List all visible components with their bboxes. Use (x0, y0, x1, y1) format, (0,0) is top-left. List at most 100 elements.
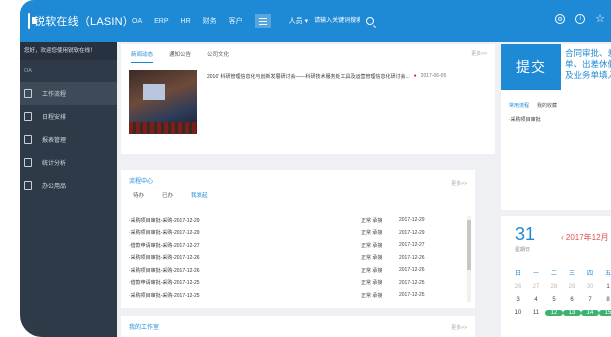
calendar-day[interactable]: 8 (599, 297, 611, 303)
calendar-day[interactable]: 29 (563, 284, 581, 290)
menu-icon[interactable] (254, 14, 271, 28)
tab-done[interactable]: 已办 (162, 191, 173, 199)
current-module: OA (24, 68, 32, 74)
calendar-day[interactable]: 10 (509, 310, 527, 316)
quick-link-item[interactable]: ·采购项目审批 (509, 116, 541, 123)
sidebar: 您好，欢迎您使用锐软在线！ OA 工作流程 日程安排 报表管理 统计分析 办公用… (20, 42, 117, 337)
search-bar: 人员 ▾ (289, 15, 375, 27)
sidebar-item-statistics[interactable]: 统计分析 (20, 151, 117, 174)
workspace-more-link[interactable]: 更多>> (451, 324, 467, 331)
quick-link-tabs: 常用流程 我的收藏 (509, 102, 557, 109)
report-icon (24, 135, 32, 144)
sidebar-item-supplies[interactable]: 办公用品 (20, 174, 117, 197)
calendar-today: 31 (515, 224, 536, 244)
workflow-tabs: 待办 已办 我发起 (121, 185, 475, 199)
sidebar-item-label: 统计分析 (42, 161, 67, 167)
list-item[interactable]: ·借款申请审批-采购-2017-12-27 正常 承接 2017-12-27 (129, 239, 469, 252)
calendar-day[interactable]: 3 (509, 297, 527, 303)
calendar-day[interactable]: 1 (599, 284, 611, 290)
top-navbar: 锐软在线（LASIN） OA ERP HR 财务 客户 人员 ▾ ⚙ i ☆ (20, 0, 611, 42)
calendar-day[interactable]: 28 (545, 284, 563, 290)
settings-icon[interactable]: ⚙ (555, 14, 566, 24)
tab-todo[interactable]: 待办 (133, 191, 144, 199)
news-more-link[interactable]: 更多>> (471, 50, 487, 57)
info-icon[interactable]: i (575, 14, 586, 24)
calendar-weekday-header: 一 (532, 271, 539, 277)
sidebar-item-schedule[interactable]: 日程安排 (20, 105, 117, 128)
main-content: 新闻动态 通知公告 公司文化 更多>> 2016' 科研管理信息化与创新发展研讨… (117, 42, 611, 337)
app-window: 锐软在线（LASIN） OA ERP HR 财务 客户 人员 ▾ ⚙ i ☆ 您… (20, 0, 611, 337)
document-icon (24, 89, 32, 98)
calendar-weekday-header: 日 (514, 271, 521, 277)
calendar-weekday-header: 二 (550, 271, 557, 277)
workflow-card: 流程中心 更多>> 待办 已办 我发起 ·采购项目审批-采购-2017-12-2… (121, 170, 475, 308)
calendar-day[interactable]: 7 (581, 297, 599, 303)
calendar-card: 31 星期日 ‹ 2017年12月 日一二三四五 26 27 28 29 30 1 3 4 5 6 7… (501, 216, 611, 337)
workspace-card: 我的工作室 更多>> (121, 316, 475, 337)
star-icon[interactable]: ☆ (595, 14, 605, 25)
workflow-more-link[interactable]: 更多>> (451, 180, 467, 187)
sidebar-item-label: 日程安排 (42, 115, 67, 121)
chart-icon (24, 158, 32, 167)
calendar-day[interactable]: 5 (545, 297, 563, 303)
scrollbar[interactable] (467, 216, 471, 302)
tab-culture[interactable]: 公司文化 (207, 50, 229, 63)
calendar-day[interactable]: 30 (581, 284, 599, 290)
people-select[interactable]: 人员 ▾ (289, 16, 308, 26)
calendar-day[interactable]: 4 (527, 297, 545, 303)
list-item[interactable]: ·借款申请审批-采购-2017-12-25 正常 承接 2017-12-25 (129, 277, 469, 290)
submit-card: 提交 合同审批、差旅 单、出差休假申 及业务单填入口 常用流程 我的收藏 ·采购… (501, 44, 611, 210)
sidebar-item-reports[interactable]: 报表管理 (20, 128, 117, 151)
nav-item-oa[interactable]: OA (132, 18, 142, 25)
news-date: 2017-06-05 (420, 73, 447, 79)
calendar-day[interactable]: 13 (563, 310, 581, 316)
calendar-month-nav[interactable]: ‹ 2017年12月 (561, 232, 609, 243)
news-headline[interactable]: 2016' 科研管理信息化与创新发展研讨会——科研技术服务处工具及运营管理信息化… (207, 73, 410, 80)
workflow-title: 流程中心 (129, 179, 154, 185)
calendar-weekday-header: 三 (568, 271, 575, 277)
news-card: 新闻动态 通知公告 公司文化 更多>> 2016' 科研管理信息化与创新发展研讨… (121, 44, 495, 154)
nav-item-customer[interactable]: 客户 (229, 16, 243, 26)
news-item[interactable]: 2016' 科研管理信息化与创新发展研讨会——科研技术服务处工具及运营管理信息化… (207, 73, 446, 80)
brand-name: 锐软在线（LASIN） (34, 16, 134, 28)
list-item[interactable]: ·采购项目审批-采购-2017-12-29 正常 承接 2017-12-29 (129, 227, 469, 240)
calendar-grid: 日一二三四五 26 27 28 29 30 1 3 4 5 6 7 8 10 11 12 13 14 15 (509, 268, 611, 316)
calendar-weekday-header: 五 (604, 271, 611, 277)
tab-notice[interactable]: 通知公告 (169, 50, 191, 63)
nav-item-finance[interactable]: 财务 (203, 16, 217, 26)
news-photo[interactable] (129, 70, 197, 134)
sidebar-item-workflow[interactable]: 工作流程 (20, 82, 117, 105)
search-icon[interactable] (366, 17, 375, 25)
list-item[interactable]: ·采购项目审批-采购-2017-12-25 正常 承接 2017-12-25 (129, 289, 469, 302)
logo-icon (28, 13, 36, 29)
brand[interactable]: 锐软在线（LASIN） (20, 0, 134, 42)
search-input[interactable] (314, 15, 361, 27)
list-item[interactable]: ·采购项目审批-采购-2017-12-26 正常 承接 2017-12-26 (129, 252, 469, 265)
workspace-title: 我的工作室 (129, 325, 160, 331)
calendar-day[interactable]: 15 (599, 310, 611, 316)
nav-item-hr[interactable]: HR (181, 18, 191, 25)
tab-initiated[interactable]: 我发起 (191, 191, 208, 199)
sidebar-item-label: 报表管理 (42, 138, 67, 144)
calendar-day[interactable]: 26 (509, 284, 527, 290)
calendar-icon (24, 112, 32, 121)
list-item[interactable]: ·采购项目审批-采购-2017-12-29 正常 承接 2017-12-29 (129, 214, 469, 227)
tab-news[interactable]: 新闻动态 (131, 50, 154, 63)
calendar-weekday: 星期日 (515, 247, 531, 253)
tab-common-flows[interactable]: 常用流程 (509, 102, 529, 109)
tab-favorites[interactable]: 我的收藏 (537, 102, 557, 109)
nav-item-erp[interactable]: ERP (154, 18, 168, 25)
calendar-day[interactable]: 27 (527, 284, 545, 290)
top-nav: OA ERP HR 财务 客户 (132, 14, 271, 28)
submit-button[interactable]: 提交 (501, 44, 561, 90)
submit-hint: 合同审批、差旅 单、出差休假申 及业务单填入口 (565, 48, 611, 80)
list-item[interactable]: ·采购项目审批-采购-2017-12-26 正常 承接 2017-12-26 (129, 264, 469, 277)
news-tabs: 新闻动态 通知公告 公司文化 (121, 44, 495, 63)
calendar-day[interactable]: 12 (545, 310, 563, 316)
sidebar-item-label: 办公用品 (42, 184, 67, 190)
calendar-day[interactable]: 14 (581, 310, 599, 316)
calendar-weekday-header: 四 (586, 271, 593, 277)
calendar-day[interactable]: 6 (563, 297, 581, 303)
calendar-day[interactable]: 11 (527, 310, 545, 316)
box-icon (24, 181, 32, 190)
